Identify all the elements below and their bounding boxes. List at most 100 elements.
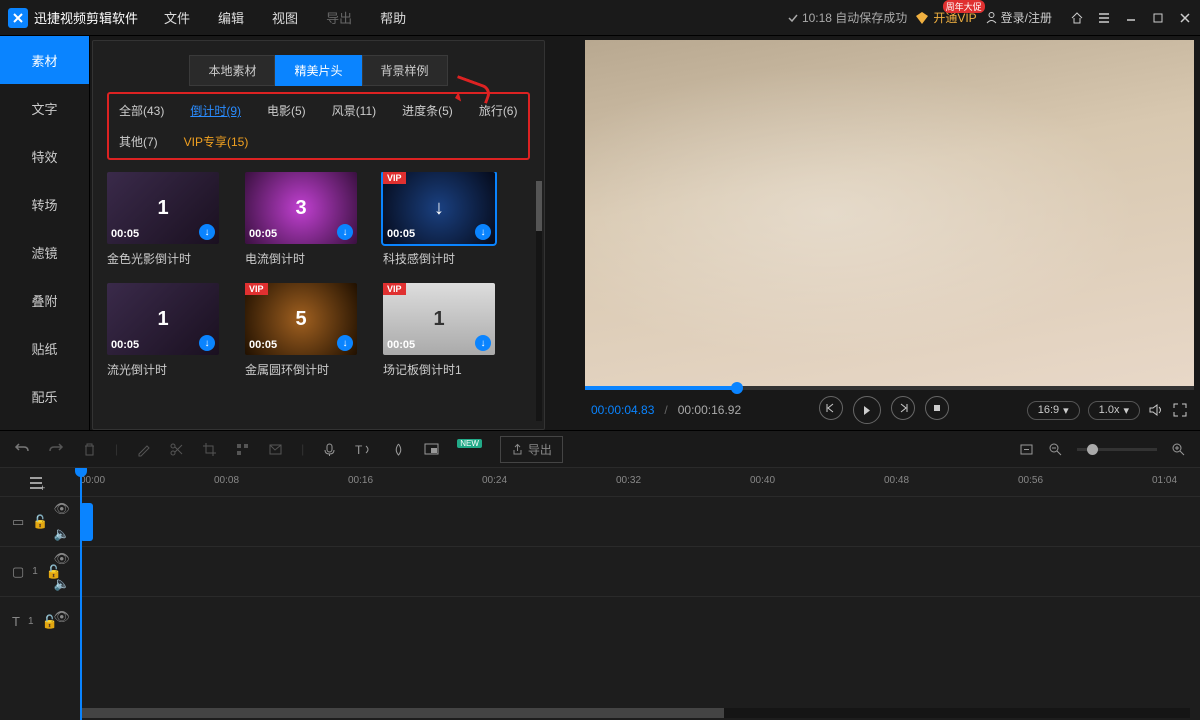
play-button[interactable] — [853, 396, 881, 424]
asset-thumb[interactable]: VIP↓00:05↓科技感倒计时 — [383, 172, 495, 267]
video-track-head: ▭ 🔓 👁 🔈 — [0, 497, 78, 546]
thumb-image[interactable]: VIP↓00:05↓ — [383, 172, 495, 244]
tab-intros[interactable]: 精美片头 — [275, 55, 361, 86]
redo-icon[interactable] — [48, 441, 64, 457]
download-icon[interactable]: ↓ — [337, 335, 353, 351]
split-icon[interactable] — [169, 442, 184, 457]
sidebar-item-overlay[interactable]: 叠附 — [0, 276, 89, 324]
zoom-slider[interactable] — [1077, 448, 1157, 451]
zoom-slider-thumb[interactable] — [1087, 444, 1098, 455]
download-icon[interactable]: ↓ — [199, 335, 215, 351]
cat-travel[interactable]: 旅行(6) — [479, 102, 518, 119]
app-logo-icon — [8, 8, 28, 28]
panel-scrollbar[interactable] — [536, 181, 542, 421]
maximize-icon[interactable] — [1151, 11, 1165, 25]
voice-icon[interactable] — [322, 442, 337, 457]
lock-icon[interactable]: 🔓 — [32, 514, 48, 530]
sidebar-item-effects[interactable]: 特效 — [0, 132, 89, 180]
sidebar-item-text[interactable]: 文字 — [0, 84, 89, 132]
tts-icon[interactable]: T — [355, 442, 373, 457]
login-button[interactable]: 登录/注册 — [985, 9, 1052, 26]
timeline-hscrollbar-thumb[interactable] — [80, 708, 724, 718]
download-icon[interactable]: ↓ — [337, 224, 353, 240]
vip-tag: VIP — [383, 172, 406, 184]
zoom-in-icon[interactable] — [1171, 442, 1186, 457]
app-title: 迅捷视频剪辑软件 — [34, 8, 138, 27]
sidebar-item-material[interactable]: 素材 — [0, 36, 89, 84]
menu-view[interactable]: 视图 — [258, 8, 312, 27]
menu-edit[interactable]: 编辑 — [204, 8, 258, 27]
cat-movie[interactable]: 电影(5) — [267, 102, 306, 119]
tab-local[interactable]: 本地素材 — [189, 55, 275, 86]
panel-scrollbar-thumb[interactable] — [536, 181, 542, 231]
sidebar: 素材 文字 特效 转场 滤镜 叠附 贴纸 配乐 — [0, 36, 90, 430]
asset-thumb[interactable]: 100:05↓流光倒计时 — [107, 283, 219, 378]
thumb-image[interactable]: 300:05↓ — [245, 172, 357, 244]
aspect-ratio-select[interactable]: 16:9▾ — [1027, 401, 1080, 420]
menu-icon[interactable] — [1097, 11, 1111, 25]
cat-countdown[interactable]: 倒计时(9) — [190, 102, 241, 119]
aspect-label: 16:9 — [1038, 404, 1059, 416]
mosaic-icon[interactable] — [235, 442, 250, 457]
home-icon[interactable] — [1070, 11, 1084, 25]
sound-icon[interactable]: 🔈 — [54, 576, 70, 592]
play-progress[interactable] — [585, 386, 1194, 390]
menu-export[interactable]: 导出 — [312, 8, 366, 27]
preview-viewport[interactable] — [585, 40, 1194, 386]
asset-thumb[interactable]: 300:05↓电流倒计时 — [245, 172, 357, 267]
eye-icon[interactable]: 👁 — [53, 609, 70, 625]
eye-icon[interactable]: 👁 — [53, 551, 70, 567]
undo-icon[interactable] — [14, 441, 30, 457]
cat-vip[interactable]: VIP专享(15) — [184, 133, 249, 150]
playhead[interactable] — [80, 468, 82, 720]
thumb-image[interactable]: 100:05↓ — [107, 283, 219, 355]
menu-help[interactable]: 帮助 — [366, 8, 420, 27]
vip-button[interactable]: 开通VIP 周年大促 — [915, 9, 976, 26]
sidebar-item-transition[interactable]: 转场 — [0, 180, 89, 228]
prev-frame-button[interactable] — [819, 396, 843, 420]
ruler-mark: 00:08 — [214, 475, 239, 486]
time-ruler[interactable]: 00:0000:0800:1600:2400:3200:4000:4800:56… — [0, 468, 1200, 496]
download-icon[interactable]: ↓ — [199, 224, 215, 240]
menu-file[interactable]: 文件 — [150, 8, 204, 27]
eye-icon[interactable]: 👁 — [53, 501, 70, 517]
tab-backgrounds[interactable]: 背景样例 — [362, 55, 448, 86]
next-frame-button[interactable] — [891, 396, 915, 420]
cat-all[interactable]: 全部(43) — [119, 102, 164, 119]
sidebar-item-music[interactable]: 配乐 — [0, 372, 89, 420]
sidebar-item-filter[interactable]: 滤镜 — [0, 228, 89, 276]
cat-progress[interactable]: 进度条(5) — [402, 102, 453, 119]
text-track[interactable]: T 1 🔓 👁 — [0, 596, 1200, 646]
close-icon[interactable] — [1178, 11, 1192, 25]
download-icon[interactable]: ↓ — [475, 224, 491, 240]
asset-thumb[interactable]: VIP500:05↓金属圆环倒计时 — [245, 283, 357, 378]
thumb-image[interactable]: VIP500:05↓ — [245, 283, 357, 355]
cat-other[interactable]: 其他(7) — [119, 133, 158, 150]
crop-icon[interactable] — [202, 442, 217, 457]
edit-icon[interactable] — [136, 442, 151, 457]
pip-icon[interactable] — [424, 442, 439, 457]
speed-select[interactable]: 1.0x▾ — [1088, 401, 1140, 420]
thumb-image[interactable]: VIP100:05↓ — [383, 283, 495, 355]
cat-scenery[interactable]: 风景(11) — [332, 102, 376, 119]
asset-thumb[interactable]: 100:05↓金色光影倒计时 — [107, 172, 219, 267]
thumb-image[interactable]: 100:05↓ — [107, 172, 219, 244]
video-track[interactable]: ▭ 🔓 👁 🔈 — [0, 496, 1200, 546]
zoom-out-icon[interactable] — [1048, 442, 1063, 457]
sidebar-item-sticker[interactable]: 贴纸 — [0, 324, 89, 372]
overlay-track[interactable]: ▢ 1 🔓 👁 🔈 — [0, 546, 1200, 596]
timeline-hscrollbar[interactable] — [80, 708, 1190, 718]
sound-icon[interactable]: 🔈 — [54, 526, 70, 542]
freeze-icon[interactable] — [268, 442, 283, 457]
blur-icon[interactable] — [391, 442, 406, 457]
overlay-track-icon: ▢ — [12, 564, 24, 580]
fit-icon[interactable] — [1019, 442, 1034, 457]
download-icon[interactable]: ↓ — [475, 335, 491, 351]
volume-icon[interactable] — [1148, 402, 1164, 418]
stop-button[interactable] — [925, 396, 949, 420]
asset-thumb[interactable]: VIP100:05↓场记板倒计时1 — [383, 283, 495, 378]
fullscreen-icon[interactable] — [1172, 402, 1188, 418]
delete-icon[interactable] — [82, 442, 97, 457]
minimize-icon[interactable] — [1124, 11, 1138, 25]
export-button[interactable]: 导出 — [500, 436, 563, 463]
